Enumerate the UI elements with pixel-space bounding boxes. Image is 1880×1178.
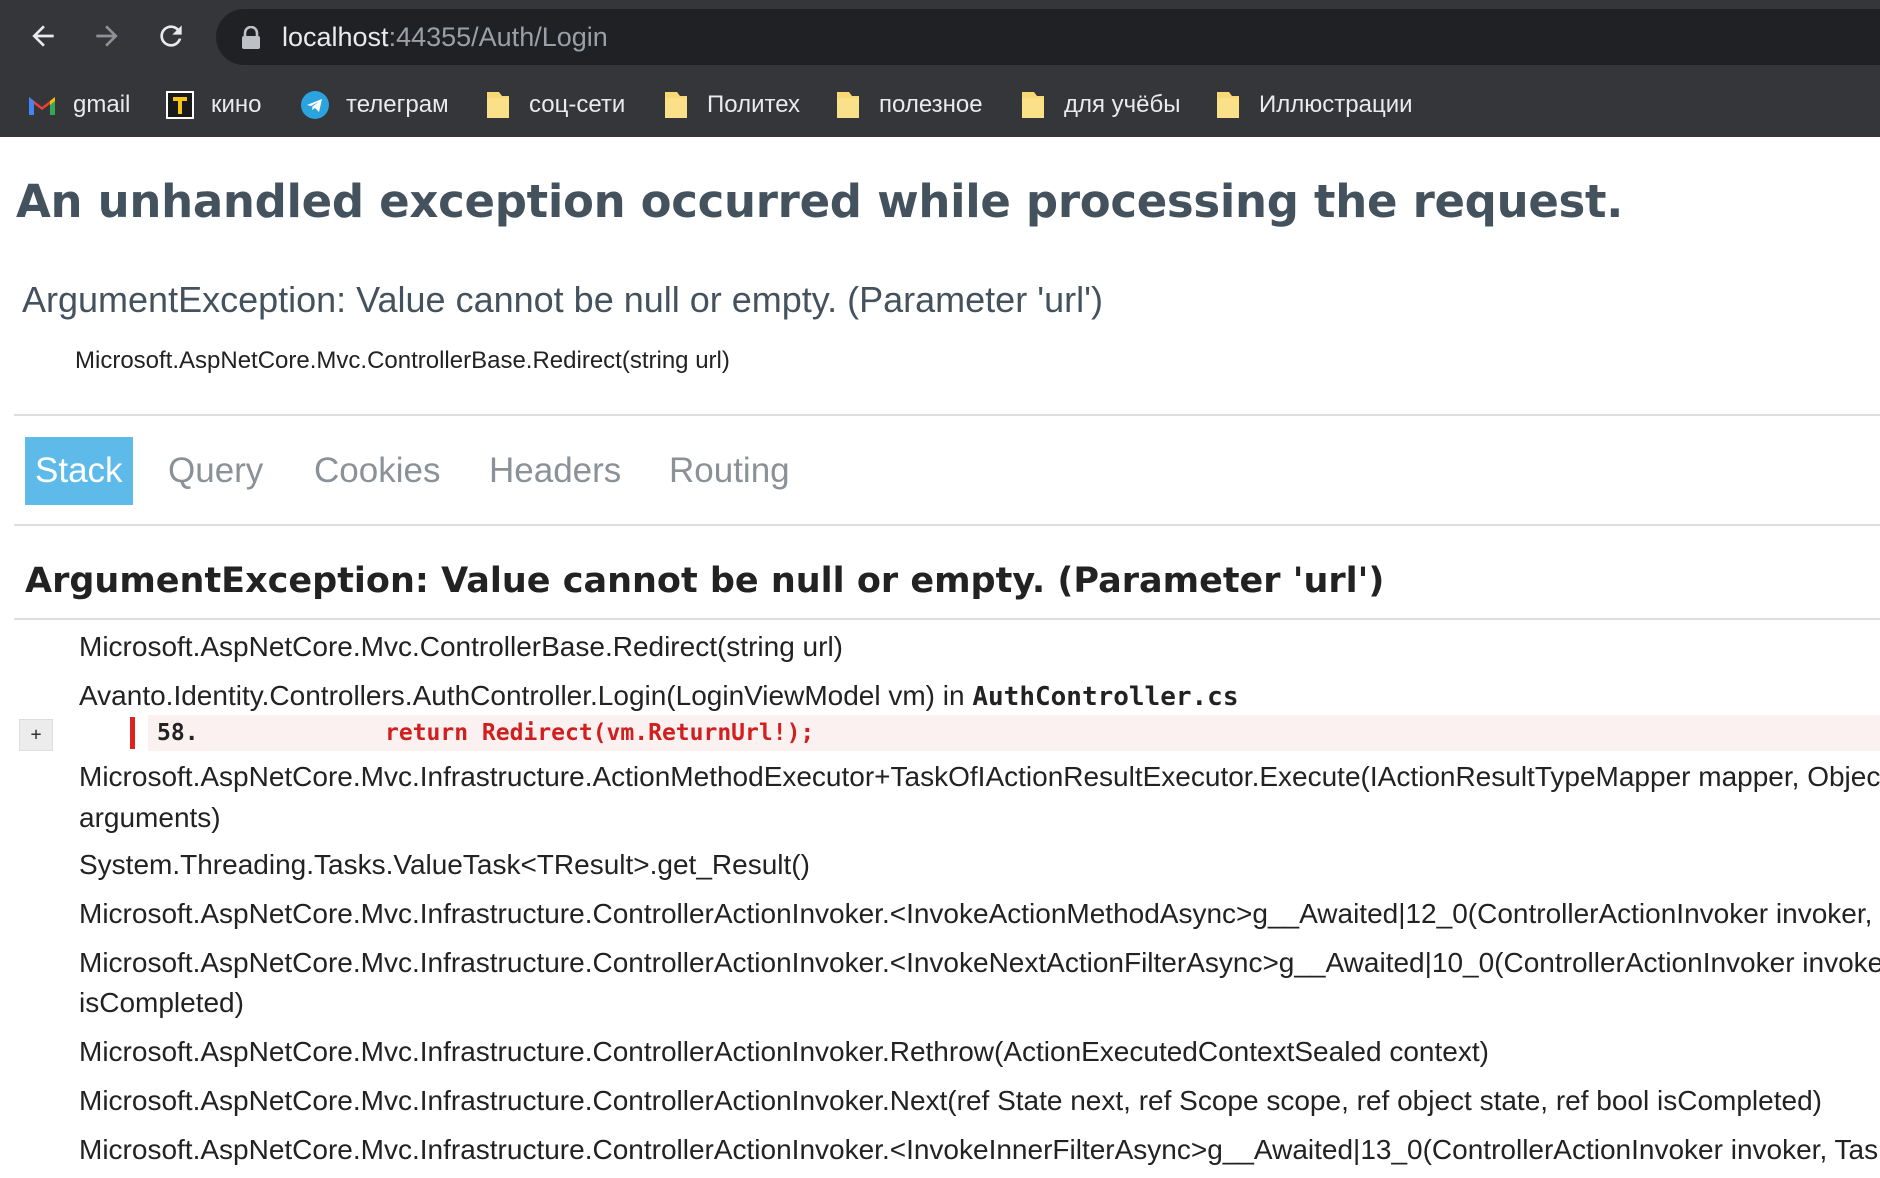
folder-icon [1213,90,1243,120]
address-bar[interactable]: localhost:44355/Auth/Login [216,9,1880,65]
exception-location: Microsoft.AspNetCore.Mvc.ControllerBase.… [75,347,730,374]
folder-icon [833,90,863,120]
bookmark-label: кино [211,91,262,118]
url-text: localhost:44355/Auth/Login [282,22,608,52]
bookmark-folder-useful[interactable]: полезное [833,80,983,130]
frame-text: Microsoft.AspNetCore.Mvc.Infrastructure.… [79,1134,1880,1165]
tab-query[interactable]: Query [168,437,263,505]
back-button[interactable] [21,14,65,58]
stack-frame-continuation: arguments) [79,798,221,838]
divider [14,524,1880,526]
bookmark-gmail[interactable]: gmail [27,80,130,130]
expand-source-button[interactable]: + [19,719,53,751]
forward-button[interactable] [85,14,129,58]
tab-routing[interactable]: Routing [669,437,790,505]
stack-frame[interactable]: Avanto.Identity.Controllers.AuthControll… [79,676,1238,717]
error-line-marker [130,717,135,749]
frame-text: System.Threading.Tasks.ValueTask<TResult… [79,849,810,880]
frame-text: arguments) [79,802,221,833]
frame-file-name: AuthController.cs [972,682,1239,712]
browser-chrome: localhost:44355/Auth/Login gmail кино те… [0,0,1880,137]
stack-exception-heading: ArgumentException: Value cannot be null … [25,561,1385,601]
frame-text: isCompleted) [79,987,244,1018]
frame-text: Microsoft.AspNetCore.Mvc.Infrastructure.… [79,761,1880,792]
url-host: localhost [282,22,389,52]
source-line-code: return Redirect(vm.ReturnUrl!); [385,720,815,746]
divider [14,618,1880,620]
reload-button[interactable] [149,14,193,58]
tab-cookies[interactable]: Cookies [314,437,440,505]
stack-frame: Microsoft.AspNetCore.Mvc.Infrastructure.… [79,1081,1822,1121]
reload-icon [160,25,182,47]
frame-text: Microsoft.AspNetCore.Mvc.Infrastructure.… [79,1085,1822,1116]
bookmark-label: телеграм [346,91,449,118]
bookmark-label: для учёбы [1064,91,1181,118]
bookmark-folder-soc[interactable]: соц-сети [483,80,625,130]
stack-frame: System.Threading.Tasks.ValueTask<TResult… [79,845,810,885]
stack-frame: Microsoft.AspNetCore.Mvc.Infrastructure.… [79,943,1880,983]
gmail-icon [27,90,57,120]
stack-frame-continuation: isCompleted) [79,983,244,1023]
bookmark-label: Иллюстрации [1259,91,1413,118]
bookmark-folder-study[interactable]: для учёбы [1018,80,1181,130]
tab-headers[interactable]: Headers [489,437,621,505]
arrow-left-icon [32,25,54,47]
bookmarks-bar: gmail кино телеграм соц-сети Политех пол… [0,80,1880,130]
bookmark-label: полезное [879,91,983,118]
stack-frame: Microsoft.AspNetCore.Mvc.Infrastructure.… [79,1130,1880,1170]
stack-frame: Microsoft.AspNetCore.Mvc.Infrastructure.… [79,1032,1489,1072]
exception-title: ArgumentException: Value cannot be null … [22,279,1103,320]
frame-text: Avanto.Identity.Controllers.AuthControll… [79,680,973,711]
frame-text: Microsoft.AspNetCore.Mvc.Infrastructure.… [79,947,1880,978]
url-path: :44355/Auth/Login [388,22,608,52]
bookmark-label: gmail [73,91,131,118]
kino-icon [165,90,195,120]
frame-text: Microsoft.AspNetCore.Mvc.Infrastructure.… [79,1036,1489,1067]
bookmark-folder-illustrations[interactable]: Иллюстрации [1213,80,1413,130]
bookmark-kino[interactable]: кино [165,80,262,130]
arrow-right-icon [96,25,118,47]
lock-icon [242,26,260,49]
folder-icon [661,90,691,120]
bookmark-telegram[interactable]: телеграм [300,80,449,130]
frame-text: Microsoft.AspNetCore.Mvc.Infrastructure.… [79,898,1880,929]
stack-frame: Microsoft.AspNetCore.Mvc.Infrastructure.… [79,894,1880,934]
browser-toolbar: localhost:44355/Auth/Login [0,0,1880,74]
stack-frame: Microsoft.AspNetCore.Mvc.Infrastructure.… [79,757,1880,797]
folder-icon [1018,90,1048,120]
stack-frame: Microsoft.AspNetCore.Mvc.ControllerBase.… [79,627,843,667]
tab-stack[interactable]: Stack [25,437,133,505]
telegram-icon [300,90,330,120]
page-title: An unhandled exception occurred while pr… [16,175,1624,228]
bookmark-label: Политех [707,91,801,118]
divider [14,414,1880,416]
error-page: An unhandled exception occurred while pr… [0,137,1880,1178]
bookmark-label: соц-сети [529,91,626,118]
folder-icon [483,90,513,120]
source-line-number: 58. [157,720,199,746]
frame-text: Microsoft.AspNetCore.Mvc.ControllerBase.… [79,631,843,662]
bookmark-folder-polytech[interactable]: Политех [661,80,800,130]
